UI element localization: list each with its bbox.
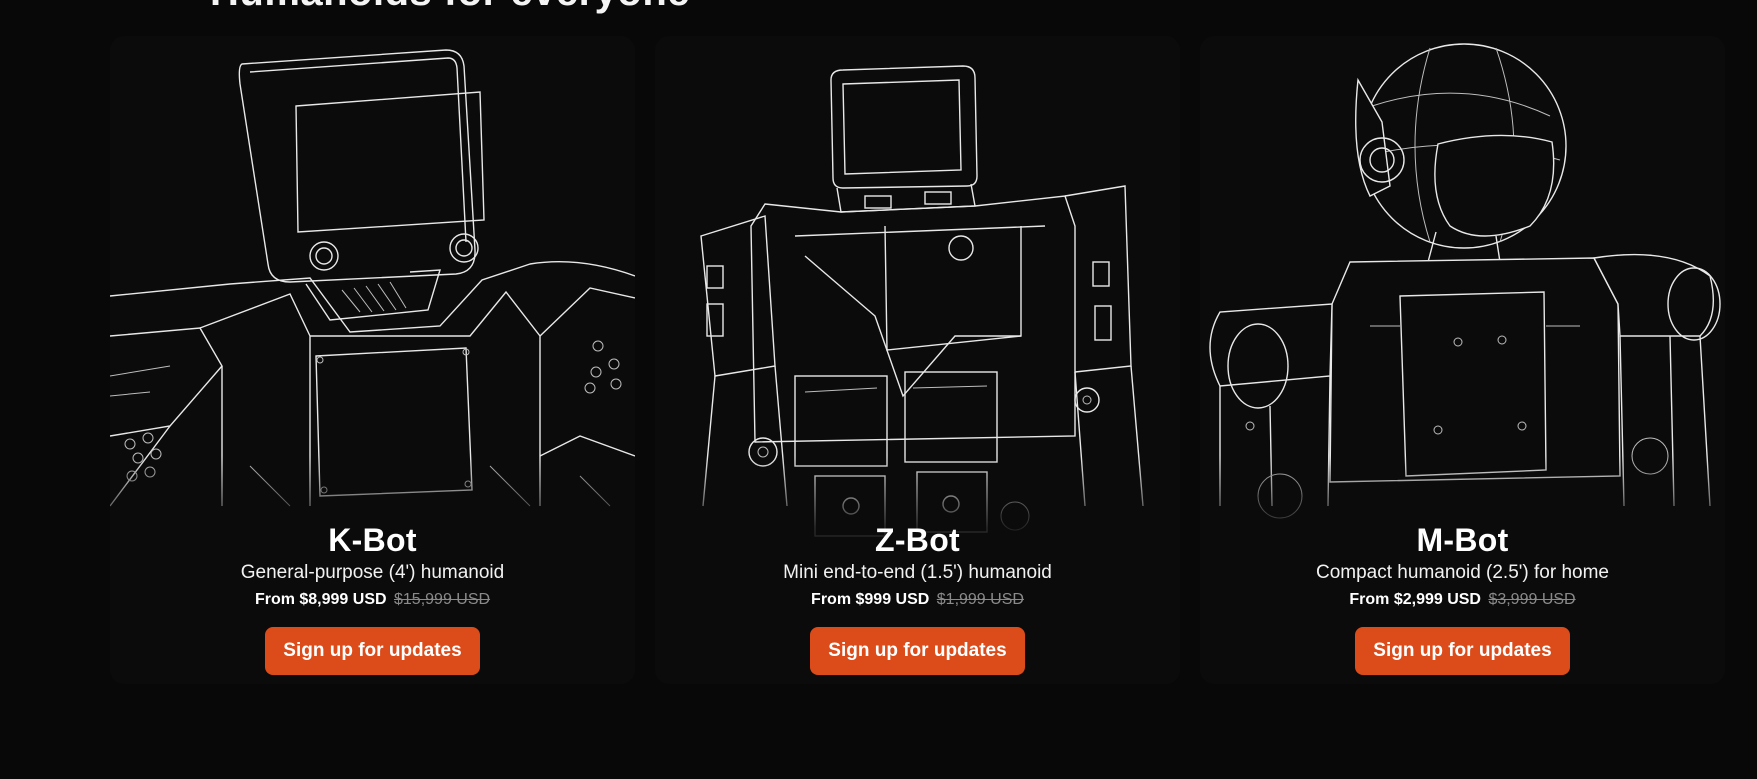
product-info-k-bot: K-Bot General-purpose (4') humanoid From… [110,522,635,675]
product-card-m-bot[interactable]: M-Bot Compact humanoid (2.5') for home F… [1200,36,1725,684]
product-name: Z-Bot [874,522,960,558]
product-info-m-bot: M-Bot Compact humanoid (2.5') for home F… [1200,522,1725,675]
product-name: M-Bot [1416,522,1509,558]
price-current: From $999 USD [811,591,930,608]
product-price: From $8,999 USD $15,999 USD [110,589,635,611]
sign-up-button-m-bot[interactable]: Sign up for updates [1355,627,1570,675]
sign-up-button-k-bot[interactable]: Sign up for updates [265,627,480,675]
section-heading: Humanoids for everyone [210,0,690,15]
price-current: From $8,999 USD [254,591,387,608]
price-original: $3,999 USD [1488,591,1576,608]
product-description: General-purpose (4') humanoid [240,562,505,583]
product-card-k-bot[interactable]: K-Bot General-purpose (4') humanoid From… [110,36,635,684]
product-price: From $999 USD $1,999 USD [655,589,1180,611]
product-card-z-bot[interactable]: Z-Bot Mini end-to-end (1.5') humanoid Fr… [655,36,1180,684]
product-info-z-bot: Z-Bot Mini end-to-end (1.5') humanoid Fr… [655,522,1180,675]
price-current: From $2,999 USD [1349,591,1481,608]
price-original: $1,999 USD [936,591,1024,608]
products-section: Humanoids for everyone [0,0,1757,779]
product-name: K-Bot [328,522,417,558]
product-price: From $2,999 USD $3,999 USD [1200,589,1725,611]
product-description: Mini end-to-end (1.5') humanoid [783,562,1052,583]
sign-up-button-z-bot[interactable]: Sign up for updates [810,627,1025,675]
product-description: Compact humanoid (2.5') for home [1316,562,1609,583]
price-original: $15,999 USD [394,591,491,608]
